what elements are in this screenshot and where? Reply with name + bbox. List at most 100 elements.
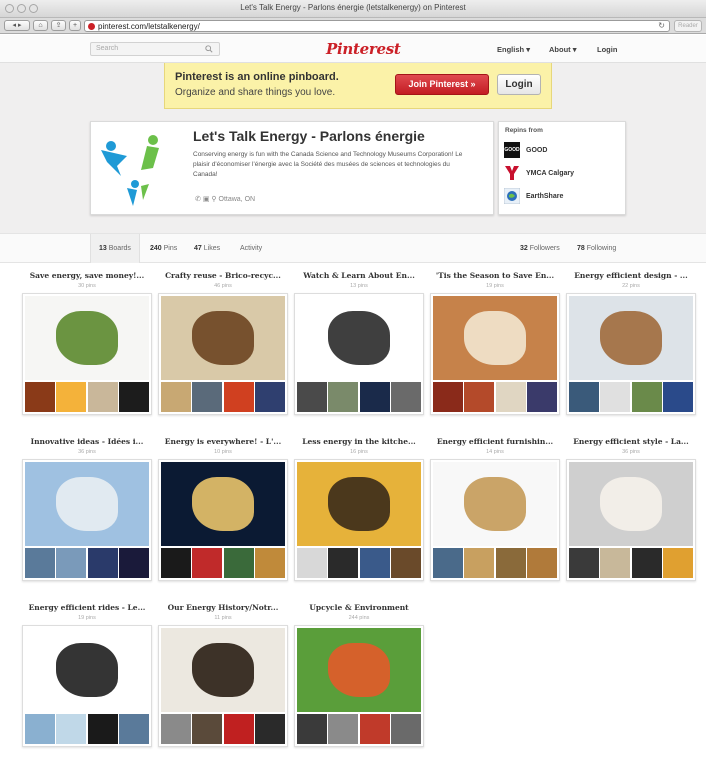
board-thumbnail[interactable] xyxy=(495,548,526,578)
board-thumbnail[interactable] xyxy=(390,382,421,412)
board-thumbnail[interactable] xyxy=(161,714,191,744)
board-thumbnail[interactable] xyxy=(464,382,495,412)
board-cover-image[interactable] xyxy=(161,296,285,380)
board-card[interactable]: Less energy in the kitche... 16 pins xyxy=(294,437,424,587)
board-card[interactable]: Upcycle & Environment 244 pins xyxy=(294,603,424,753)
board-cover-image[interactable] xyxy=(25,296,149,380)
tab-activity[interactable]: Activity xyxy=(240,234,262,263)
board-thumbnail[interactable] xyxy=(526,382,557,412)
board-thumbnail[interactable] xyxy=(662,382,693,412)
board-thumbnail[interactable] xyxy=(161,382,191,412)
language-menu[interactable]: English ▾ xyxy=(497,45,530,54)
board-thumbnail[interactable] xyxy=(118,548,149,578)
board-cover-image[interactable] xyxy=(25,462,149,546)
board-card[interactable]: Energy efficient design - ... 22 pins xyxy=(566,271,696,421)
board-thumbnail[interactable] xyxy=(495,382,526,412)
board-thumbnail[interactable] xyxy=(223,382,254,412)
board-cover-image[interactable] xyxy=(25,628,149,712)
url-bar[interactable]: pinterest.com/letstalkenergy/ ↻ xyxy=(84,20,670,32)
board-thumbnail[interactable] xyxy=(526,548,557,578)
board-thumbnail[interactable] xyxy=(161,548,191,578)
board-thumbnail[interactable] xyxy=(25,382,55,412)
board-cover-image[interactable] xyxy=(161,628,285,712)
board-card[interactable]: Save energy, save money!... 30 pins xyxy=(22,271,152,421)
board-thumbnail[interactable] xyxy=(328,382,359,412)
board-thumbnail[interactable] xyxy=(359,714,390,744)
board-card[interactable]: Innovative ideas - Idées i... 36 pins xyxy=(22,437,152,587)
board-card[interactable]: Energy efficient rides - Le... 19 pins xyxy=(22,603,152,753)
board-cover-image[interactable] xyxy=(297,628,421,712)
board-thumbnail[interactable] xyxy=(254,548,285,578)
twitter-icon[interactable]: ✆ xyxy=(195,196,201,203)
board-cover-image[interactable] xyxy=(433,462,557,546)
back-forward-buttons[interactable]: ◂ ▸ xyxy=(4,20,30,31)
board-thumbnail[interactable] xyxy=(192,548,223,578)
board-thumbnail[interactable] xyxy=(297,548,327,578)
search-icon[interactable] xyxy=(205,45,213,53)
board-card[interactable]: Energy is everywhere! - L'... 10 pins xyxy=(158,437,288,587)
tab-likes[interactable]: 47 Likes xyxy=(194,234,220,263)
board-thumbnail[interactable] xyxy=(631,382,662,412)
board-card[interactable]: 'Tis the Season to Save En... 19 pins xyxy=(430,271,560,421)
add-bookmark-button[interactable]: + xyxy=(69,20,81,31)
board-thumbnail[interactable] xyxy=(56,382,87,412)
board-card[interactable]: Our Energy History/Notr... 11 pins xyxy=(158,603,288,753)
board-thumbnail[interactable] xyxy=(569,382,599,412)
tab-pins[interactable]: 240 Pins xyxy=(150,234,177,263)
board-thumbnail[interactable] xyxy=(25,548,55,578)
repins-item-good[interactable]: GOOD GOOD xyxy=(504,142,622,160)
board-card[interactable]: Energy efficient style - La... 36 pins xyxy=(566,437,696,587)
board-thumbnail[interactable] xyxy=(631,548,662,578)
board-thumbnail[interactable] xyxy=(192,714,223,744)
board-thumbnail[interactable] xyxy=(569,548,599,578)
board-thumbnail[interactable] xyxy=(464,548,495,578)
tab-boards[interactable]: 13 Boards xyxy=(90,234,140,263)
share-button[interactable]: ⇪ xyxy=(51,20,66,31)
board-thumbnail[interactable] xyxy=(359,548,390,578)
board-cover-image[interactable] xyxy=(161,462,285,546)
reload-icon[interactable]: ↻ xyxy=(658,21,665,30)
pinterest-logo[interactable]: Pinterest xyxy=(326,40,401,58)
board-thumbnail[interactable] xyxy=(297,382,327,412)
board-cover-image[interactable] xyxy=(569,462,693,546)
board-card[interactable]: Crafty reuse - Brico-recyc... 46 pins xyxy=(158,271,288,421)
board-thumbnail[interactable] xyxy=(87,714,118,744)
board-thumbnail[interactable] xyxy=(87,382,118,412)
search-box[interactable]: Search xyxy=(90,42,220,56)
repins-item-ymca[interactable]: YMCA Calgary xyxy=(504,165,622,183)
board-thumbnail[interactable] xyxy=(223,548,254,578)
board-thumbnail[interactable] xyxy=(328,714,359,744)
board-thumbnail[interactable] xyxy=(600,548,631,578)
search-input[interactable]: Search xyxy=(96,45,118,52)
header-login-link[interactable]: Login xyxy=(597,45,617,54)
board-thumbnail[interactable] xyxy=(118,382,149,412)
board-card[interactable]: Watch & Learn About En... 13 pins xyxy=(294,271,424,421)
board-thumbnail[interactable] xyxy=(25,714,55,744)
website-icon[interactable]: ▣ xyxy=(203,196,210,203)
board-thumbnail[interactable] xyxy=(433,548,463,578)
about-menu[interactable]: About ▾ xyxy=(549,45,577,54)
board-thumbnail[interactable] xyxy=(433,382,463,412)
board-thumbnail[interactable] xyxy=(254,382,285,412)
board-thumbnail[interactable] xyxy=(87,548,118,578)
board-thumbnail[interactable] xyxy=(600,382,631,412)
board-cover-image[interactable] xyxy=(569,296,693,380)
board-thumbnail[interactable] xyxy=(662,548,693,578)
repins-item-earthshare[interactable]: EarthShare xyxy=(504,188,622,206)
reader-button[interactable]: Reader xyxy=(674,20,702,32)
board-cover-image[interactable] xyxy=(433,296,557,380)
board-thumbnail[interactable] xyxy=(192,382,223,412)
board-thumbnail[interactable] xyxy=(118,714,149,744)
tab-following[interactable]: 78 Following xyxy=(577,234,616,263)
board-cover-image[interactable] xyxy=(297,462,421,546)
board-thumbnail[interactable] xyxy=(56,714,87,744)
board-thumbnail[interactable] xyxy=(390,548,421,578)
board-card[interactable]: Energy efficient furnishin... 14 pins xyxy=(430,437,560,587)
board-cover-image[interactable] xyxy=(297,296,421,380)
banner-login-button[interactable]: Login xyxy=(497,74,541,95)
board-thumbnail[interactable] xyxy=(297,714,327,744)
board-thumbnail[interactable] xyxy=(328,548,359,578)
join-pinterest-button[interactable]: Join Pinterest » xyxy=(395,74,489,95)
board-thumbnail[interactable] xyxy=(359,382,390,412)
board-thumbnail[interactable] xyxy=(390,714,421,744)
